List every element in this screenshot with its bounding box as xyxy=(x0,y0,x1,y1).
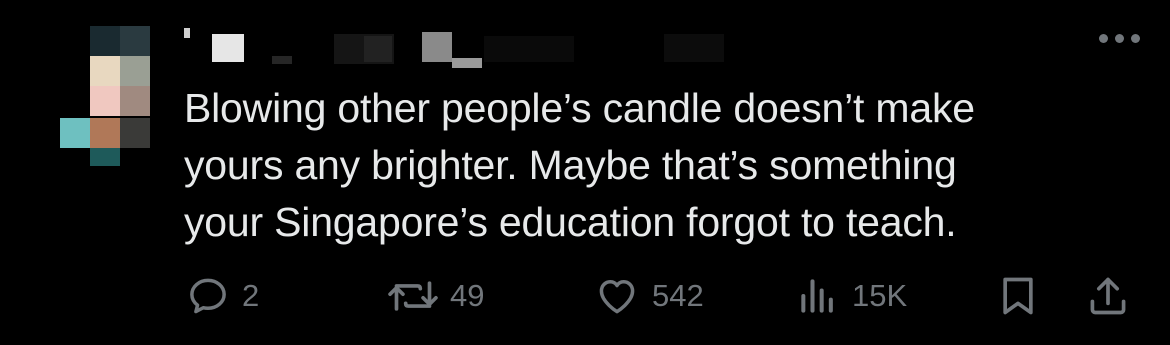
reply-icon xyxy=(190,278,226,314)
avatar-pixel xyxy=(120,26,150,56)
bookmark-icon xyxy=(1003,277,1033,315)
views-chart-icon xyxy=(801,279,833,313)
avatar-pixel xyxy=(90,118,120,148)
share-icon xyxy=(1090,277,1126,315)
avatar-pixel xyxy=(60,118,90,148)
censor-block xyxy=(184,28,190,38)
like-count: 542 xyxy=(652,278,704,313)
retweet-button[interactable]: 49 xyxy=(384,270,484,322)
author-name-censored[interactable] xyxy=(184,28,744,68)
avatar-pixel xyxy=(90,148,120,166)
retweet-icon xyxy=(388,281,438,311)
heart-icon xyxy=(599,279,635,314)
more-options-icon[interactable] xyxy=(1099,34,1140,43)
tweet-text: Blowing other people’s candle doesn’t ma… xyxy=(184,85,975,245)
views-count: 15K xyxy=(852,278,908,313)
censor-block xyxy=(364,36,392,62)
censor-block xyxy=(212,34,244,62)
avatar-pixel xyxy=(120,86,150,116)
views-button[interactable]: 15K xyxy=(796,270,907,322)
censor-block xyxy=(452,58,482,68)
like-button[interactable]: 542 xyxy=(594,270,704,322)
bookmark-button[interactable] xyxy=(996,270,1040,322)
avatar-pixel xyxy=(90,26,120,56)
avatar-pixel xyxy=(120,56,150,86)
tweet[interactable]: Blowing other people’s candle doesn’t ma… xyxy=(0,0,1170,345)
censor-block xyxy=(664,34,724,62)
reply-button[interactable]: 2 xyxy=(186,270,259,322)
action-bar: 2 49 542 15K xyxy=(184,270,1144,322)
avatar-pixel xyxy=(90,56,120,86)
reply-count: 2 xyxy=(242,278,260,313)
censor-block xyxy=(272,56,292,64)
avatar[interactable] xyxy=(60,26,160,171)
censor-block xyxy=(484,36,574,62)
share-button[interactable] xyxy=(1086,270,1130,322)
avatar-pixel xyxy=(120,118,150,148)
avatar-pixel xyxy=(90,86,120,116)
censor-block xyxy=(422,32,452,62)
retweet-count: 49 xyxy=(450,278,485,313)
